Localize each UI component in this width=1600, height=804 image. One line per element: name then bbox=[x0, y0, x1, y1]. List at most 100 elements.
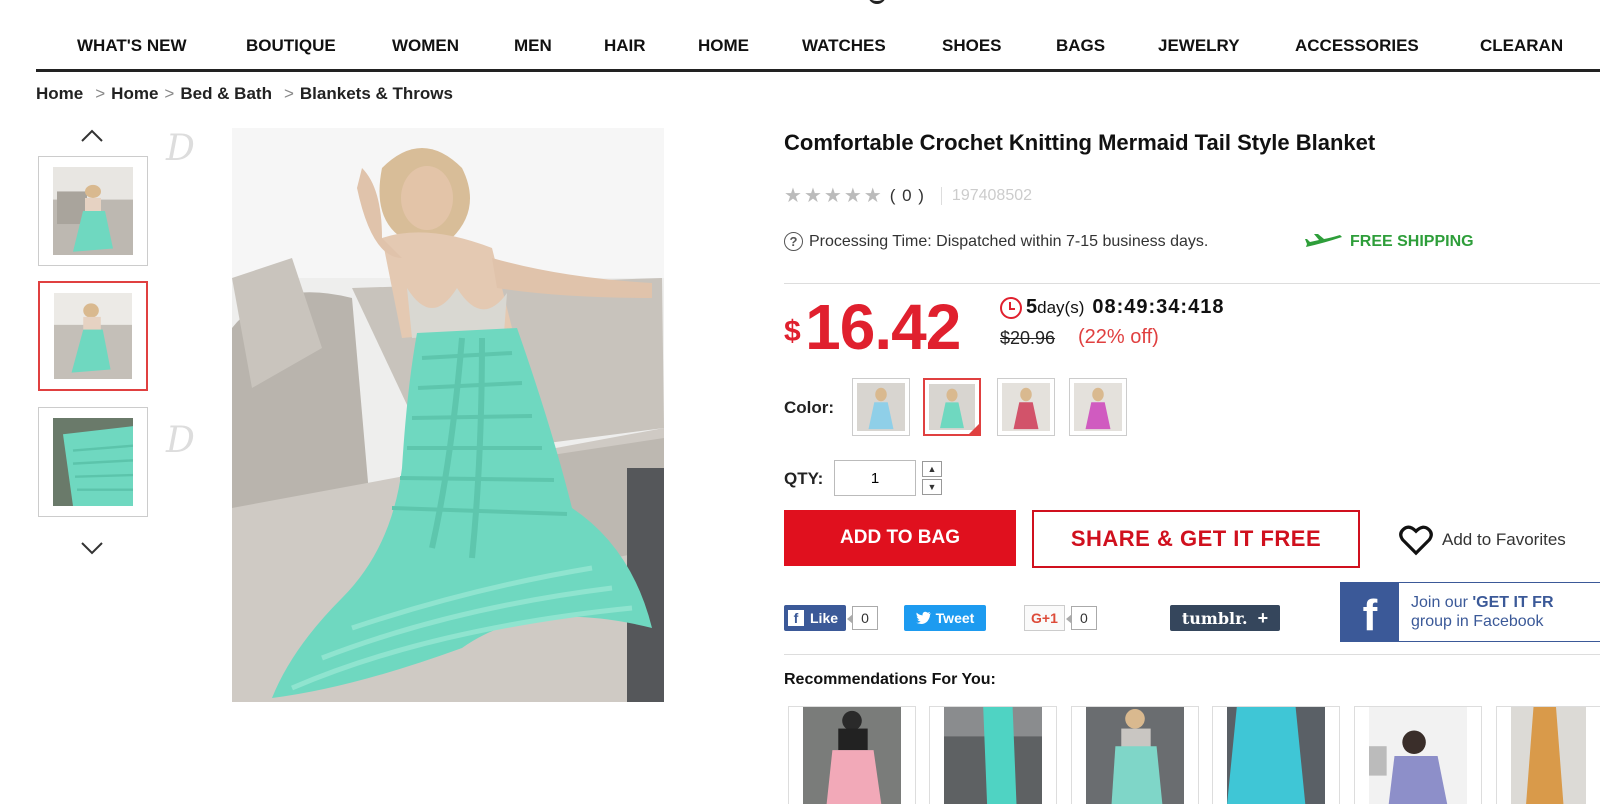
google-plus-button[interactable]: G+1 0 bbox=[1024, 605, 1097, 631]
quantity-input[interactable] bbox=[834, 460, 916, 496]
thumbnail-2-image bbox=[54, 293, 132, 379]
nav-shoes[interactable]: SHOES bbox=[942, 36, 1002, 56]
nav-watches[interactable]: WATCHES bbox=[802, 36, 886, 56]
thumbnail-3[interactable] bbox=[38, 407, 148, 517]
breadcrumb-bed-bath[interactable]: Bed & Bath bbox=[180, 84, 272, 103]
color-swatch-3[interactable] bbox=[997, 378, 1055, 436]
add-to-bag-button[interactable]: ADD TO BAG bbox=[784, 510, 1016, 566]
nav-whats-new[interactable]: WHAT'S NEW bbox=[77, 36, 187, 56]
thumbnail-1-image bbox=[53, 167, 133, 255]
recommendation-item-4-image bbox=[1227, 707, 1325, 804]
thumbnails-down-button[interactable] bbox=[80, 536, 104, 560]
plus-icon: + bbox=[1257, 607, 1269, 628]
recommendation-item-1-image bbox=[803, 707, 901, 804]
heart-icon bbox=[1399, 525, 1433, 556]
price-amount: 16.42 bbox=[805, 291, 961, 363]
product-title: Comfortable Crochet Knitting Mermaid Tai… bbox=[784, 130, 1376, 155]
nav-clearance[interactable]: CLEARAN bbox=[1480, 36, 1563, 56]
star-icon: ★ bbox=[863, 185, 882, 207]
color-label: Color: bbox=[784, 398, 835, 417]
star-icon: ★ bbox=[843, 185, 862, 207]
main-product-photo bbox=[232, 128, 664, 702]
watermark-glyph: D bbox=[166, 128, 195, 169]
color-swatch-1-image bbox=[857, 383, 905, 431]
thumbnail-2[interactable] bbox=[38, 281, 148, 391]
facebook-like-button[interactable]: f Like 0 bbox=[784, 605, 879, 631]
review-count-link[interactable]: ( 0 ) bbox=[890, 186, 925, 206]
product-sku: 197408502 bbox=[940, 187, 1032, 205]
recommendation-item-3-image bbox=[1086, 707, 1184, 804]
recommendation-item-6[interactable] bbox=[1496, 706, 1600, 804]
breadcrumb-blankets[interactable]: Blankets & Throws bbox=[300, 84, 453, 103]
twitter-icon bbox=[915, 611, 932, 625]
top-nav: WHAT'S NEW BOUTIQUE WOMEN MEN HAIR HOME … bbox=[36, 0, 1600, 72]
thumbnails-up-button[interactable] bbox=[80, 124, 104, 148]
like-count: 0 bbox=[847, 606, 879, 630]
nav-home[interactable]: HOME bbox=[698, 36, 749, 56]
star-icon: ★ bbox=[823, 185, 842, 207]
recommendation-item-1[interactable] bbox=[788, 706, 916, 804]
chevron-up-icon bbox=[81, 129, 103, 142]
qty-label: QTY: bbox=[784, 469, 824, 488]
like-label: Like bbox=[810, 610, 839, 626]
nav-bags[interactable]: BAGS bbox=[1056, 36, 1105, 56]
breadcrumb: Home > Home > Bed & Bath > Blankets & Throws bbox=[36, 84, 453, 103]
price: $ 16.42 bbox=[784, 290, 961, 364]
divider bbox=[784, 283, 1600, 284]
thumbnail-3-image bbox=[53, 418, 133, 506]
free-shipping-label: FREE SHIPPING bbox=[1350, 233, 1474, 250]
qty-increase-button[interactable]: ▲ bbox=[922, 461, 942, 477]
nav-hair[interactable]: HAIR bbox=[604, 36, 646, 56]
clock-icon bbox=[1000, 296, 1022, 319]
breadcrumb-home-category[interactable]: Home bbox=[111, 84, 158, 103]
color-swatch-4[interactable] bbox=[1069, 378, 1127, 436]
color-swatch-4-image bbox=[1074, 383, 1122, 431]
recommendation-item-5[interactable] bbox=[1354, 706, 1482, 804]
plane-icon bbox=[1305, 234, 1342, 247]
question-icon[interactable]: ? bbox=[784, 232, 803, 251]
gplus-count: 0 bbox=[1065, 606, 1097, 630]
tumblr-share-button[interactable]: tumblr. + bbox=[1170, 605, 1280, 631]
recommendation-item-2[interactable] bbox=[929, 706, 1057, 804]
recommendation-item-2-image bbox=[944, 707, 1042, 804]
add-to-favorites-label: Add to Favorites bbox=[1442, 530, 1566, 549]
free-shipping-badge: FREE SHIPPING bbox=[1304, 233, 1474, 251]
add-to-favorites[interactable]: Add to Favorites bbox=[1398, 524, 1566, 556]
join-facebook-group-banner[interactable]: f Join our 'GET IT FR group in Facebook bbox=[1340, 582, 1600, 642]
nav-men[interactable]: MEN bbox=[514, 36, 552, 56]
recommendation-item-4[interactable] bbox=[1212, 706, 1340, 804]
star-icon: ★ bbox=[803, 185, 822, 207]
facebook-icon: f bbox=[788, 610, 804, 626]
price-currency: $ bbox=[784, 315, 801, 348]
divider bbox=[784, 654, 1600, 655]
share-get-free-button[interactable]: SHARE & GET IT FREE bbox=[1032, 510, 1360, 568]
countdown-days-label: day(s) bbox=[1037, 297, 1085, 317]
countdown-days: 5 bbox=[1026, 296, 1038, 318]
nav-women[interactable]: WOMEN bbox=[392, 36, 459, 56]
main-product-image[interactable] bbox=[232, 128, 664, 702]
selected-indicator bbox=[968, 423, 980, 435]
qty-decrease-button[interactable]: ▼ bbox=[922, 479, 942, 495]
countdown-time: 08:49:34:418 bbox=[1092, 296, 1225, 318]
color-swatch-1[interactable] bbox=[852, 378, 910, 436]
star-icon: ★ bbox=[784, 185, 802, 207]
processing-time: ? Processing Time: Dispatched within 7-1… bbox=[784, 232, 1208, 251]
tweet-label: Tweet bbox=[935, 610, 975, 626]
discount-percent: (22% off) bbox=[1078, 326, 1159, 348]
logo-fragment bbox=[868, 0, 886, 4]
facebook-icon: f bbox=[1341, 583, 1399, 641]
watermark-glyph: D bbox=[166, 420, 195, 461]
tweet-button[interactable]: Tweet bbox=[904, 605, 986, 631]
breadcrumb-home[interactable]: Home bbox=[36, 84, 83, 103]
nav-accessories[interactable]: ACCESSORIES bbox=[1295, 36, 1419, 56]
nav-jewelry[interactable]: JEWELRY bbox=[1158, 36, 1240, 56]
original-price: $20.96 bbox=[1000, 328, 1056, 348]
color-swatch-3-image bbox=[1002, 383, 1050, 431]
nav-boutique[interactable]: BOUTIQUE bbox=[246, 36, 336, 56]
thumbnail-1[interactable] bbox=[38, 156, 148, 266]
color-swatch-2[interactable] bbox=[923, 378, 981, 436]
chevron-down-icon bbox=[81, 542, 103, 555]
rating-row: ★ ★ ★ ★ ★ ( 0 ) 197408502 bbox=[784, 186, 1032, 206]
countdown-timer: 5 day(s) 08:49:34:418 bbox=[1000, 296, 1224, 319]
recommendation-item-3[interactable] bbox=[1071, 706, 1199, 804]
